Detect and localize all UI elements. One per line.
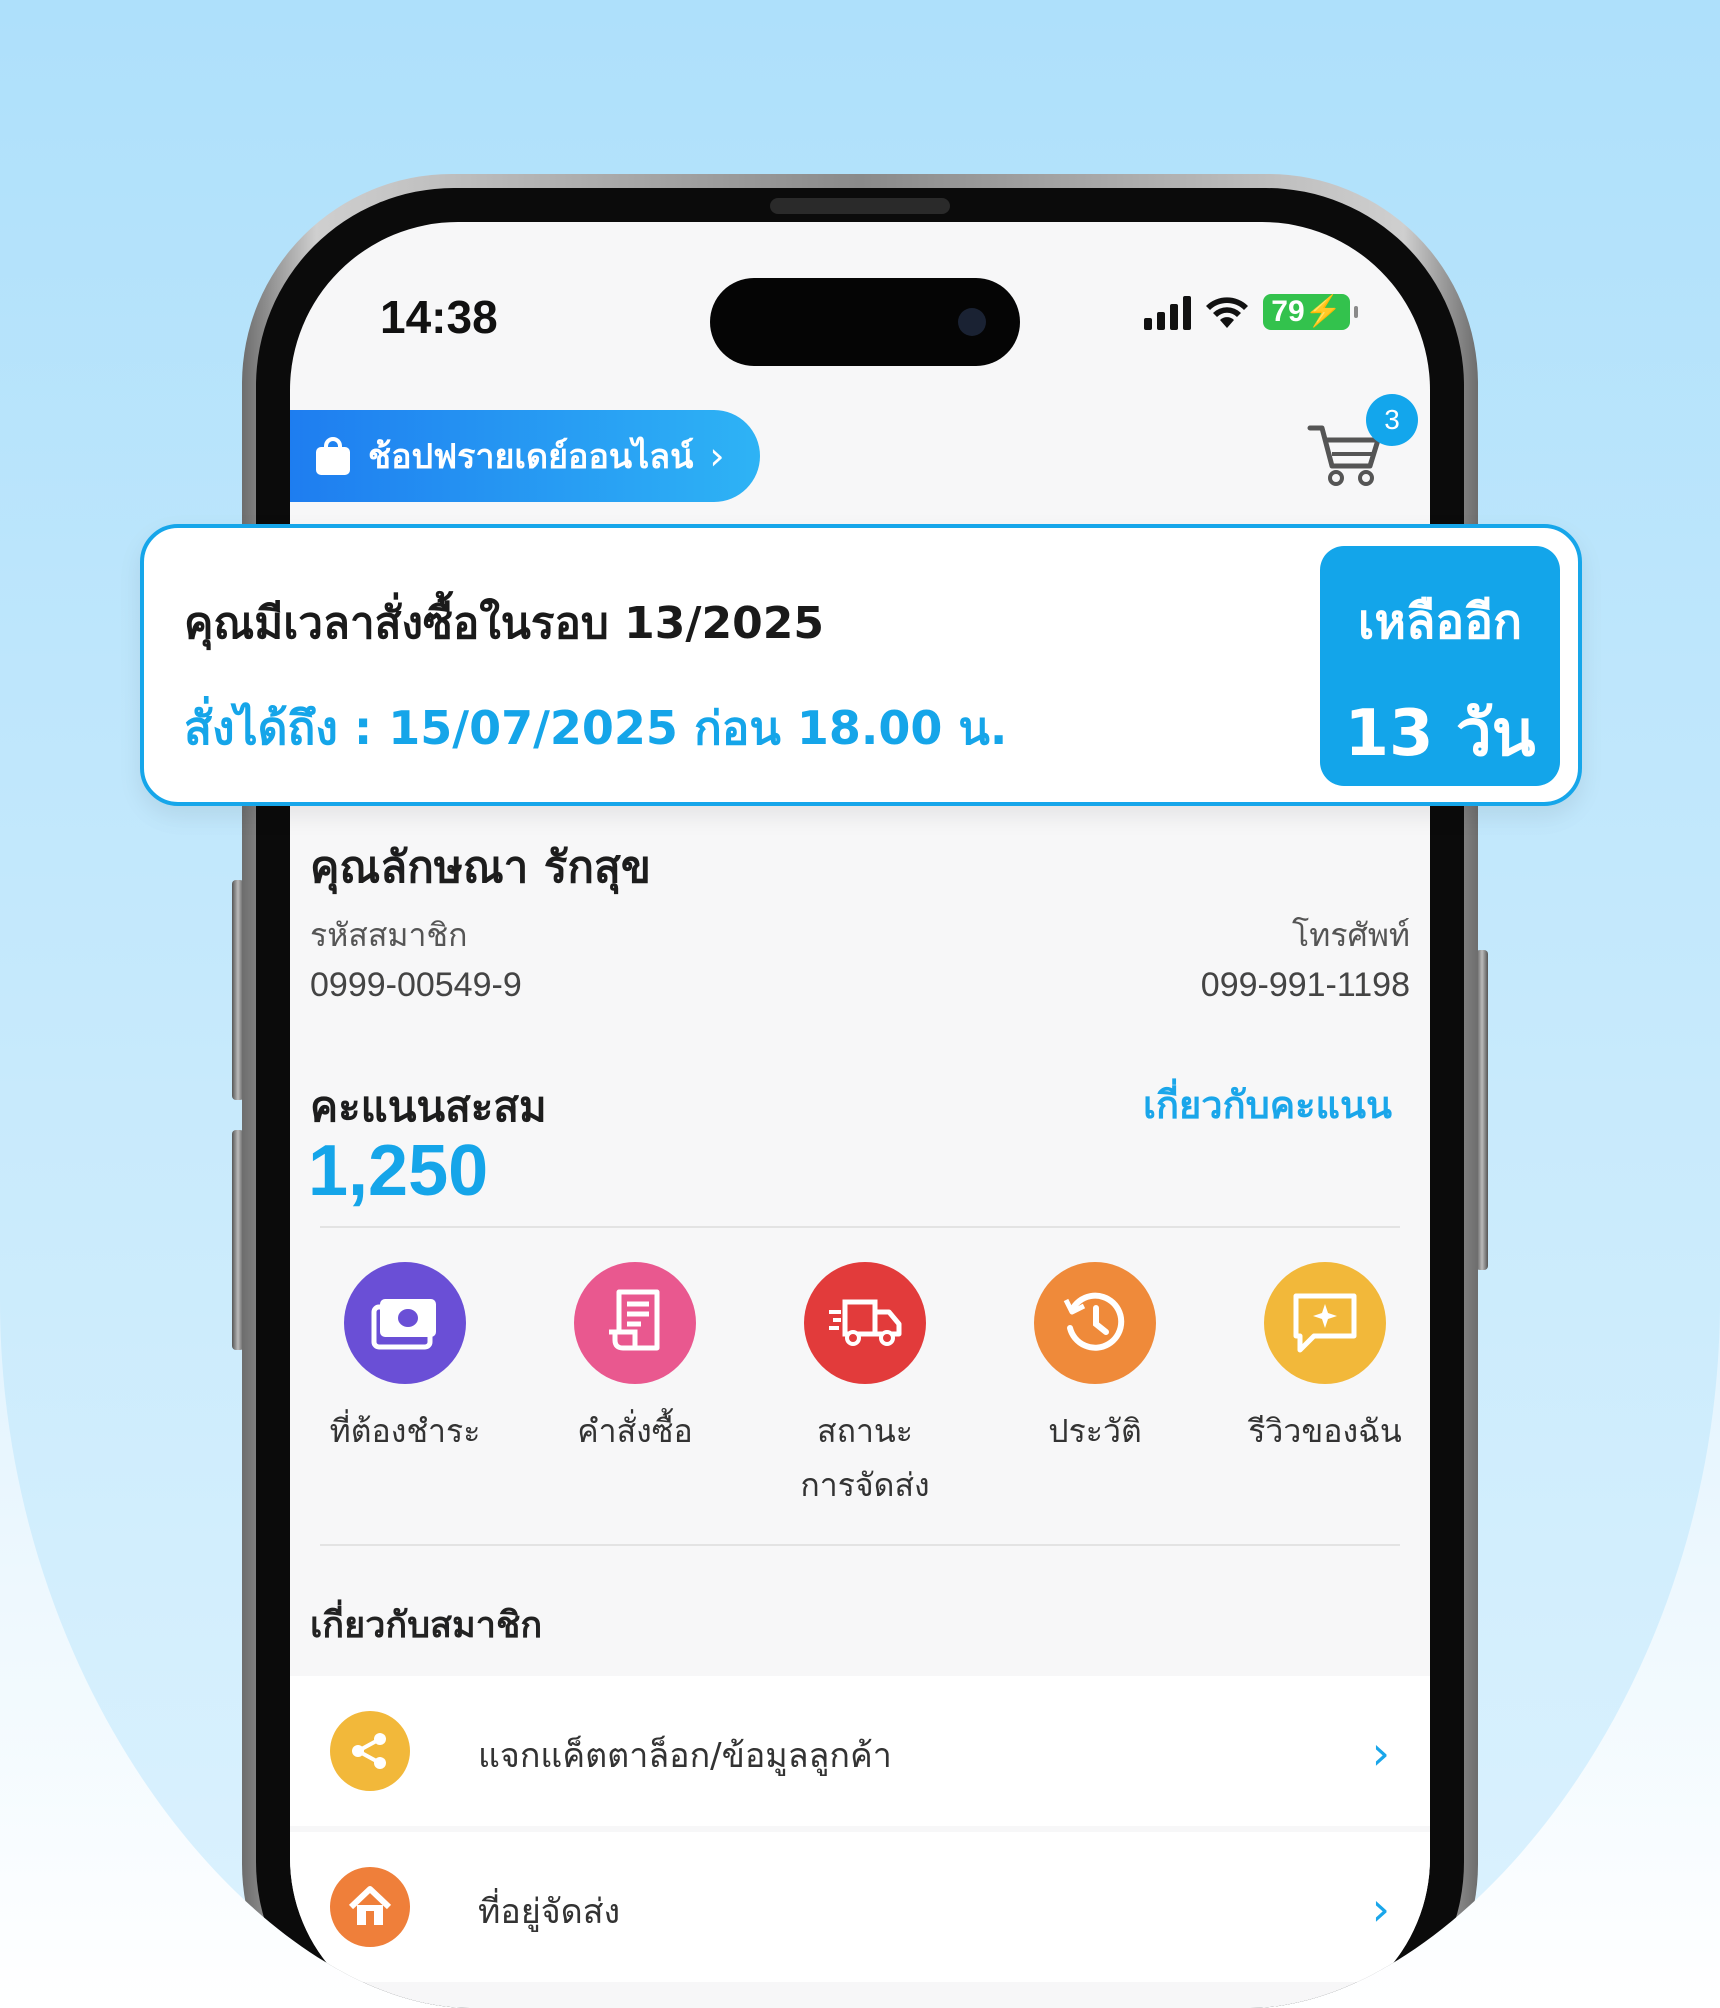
action-label: รีวิวของฉัน: [1248, 1412, 1402, 1450]
action-label: ที่ต้องชำระ: [329, 1412, 481, 1450]
action-orders[interactable]: คำสั่งซื้อ: [520, 1262, 750, 1458]
home-icon: [330, 1867, 410, 1947]
action-my-reviews[interactable]: รีวิวของฉัน: [1210, 1262, 1430, 1458]
member-id-label: รหัสสมาชิก: [310, 916, 468, 954]
phone-clip: 14:38 79⚡ ช้อปฟรายเดย์ออนไลน์ › 3 คุณลัก…: [0, 0, 1720, 2008]
phone-value: 099-991-1198: [1200, 966, 1410, 1004]
menu-item-share-catalog[interactable]: แจกแค็ตตาล็อก/ข้อมูลลูกค้า ›: [290, 1676, 1430, 1826]
action-to-pay[interactable]: ที่ต้องชำระ: [290, 1262, 520, 1458]
chevron-right-icon: ›: [1371, 1882, 1390, 1936]
menu-item-shipping-address[interactable]: ที่อยู่จัดส่ง ›: [290, 1832, 1430, 1982]
camera-icon: [958, 308, 986, 336]
wifi-icon: [1205, 294, 1249, 330]
days-remaining-label: เหลืออีก: [1357, 594, 1523, 650]
action-history[interactable]: ประวัติ: [980, 1262, 1210, 1458]
battery-tip: [1354, 306, 1358, 318]
phone-bezel: 14:38 79⚡ ช้อปฟรายเดย์ออนไลน์ › 3 คุณลัก…: [256, 188, 1464, 2008]
divider: [320, 1544, 1400, 1546]
action-label: คำสั่งซื้อ: [577, 1412, 693, 1450]
days-remaining-badge: เหลืออีก 13 วัน: [1320, 546, 1560, 786]
share-icon: [330, 1711, 410, 1791]
order-deadline: สั่งได้ถึง : 15/07/2025 ก่อน 18.00 น.: [184, 701, 1008, 755]
speaker-grille: [770, 198, 950, 214]
action-label: ประวัติ: [1048, 1412, 1142, 1450]
phone-label: โทรศัพท์: [1292, 916, 1410, 954]
points-value: 1,250: [308, 1131, 489, 1211]
menu-item-label: ที่อยู่จัดส่ง: [478, 1892, 621, 1932]
phone-screen: 14:38 79⚡ ช้อปฟรายเดย์ออนไลน์ › 3 คุณลัก…: [290, 222, 1430, 2008]
shop-button-label: ช้อปฟรายเดย์ออนไลน์: [368, 437, 694, 477]
phone-frame: 14:38 79⚡ ช้อปฟรายเดย์ออนไลน์ › 3 คุณลัก…: [242, 174, 1478, 2008]
battery-level: 79: [1271, 295, 1305, 328]
shop-friday-online-button[interactable]: ช้อปฟรายเดย์ออนไลน์ ›: [290, 410, 760, 502]
receipt-icon: [574, 1262, 696, 1384]
menu-item-label: แจกแค็ตตาล็อก/ข้อมูลลูกค้า: [478, 1736, 892, 1776]
quick-actions: ที่ต้องชำระ คำสั่งซื้อ สถานะ การจัดส่ง ป…: [290, 1262, 1430, 1492]
about-points-link[interactable]: เกี่ยวกับคะแนน: [1143, 1074, 1392, 1135]
dynamic-island: [710, 278, 1020, 366]
member-name: คุณลักษณา รักสุข: [310, 842, 651, 893]
member-id-value: 0999-00549-9: [310, 966, 522, 1004]
cart-count-badge: 3: [1366, 394, 1418, 446]
days-remaining-value: 13 วัน: [1344, 697, 1536, 771]
status-icons: 79⚡: [1144, 294, 1358, 330]
action-shipping-status[interactable]: สถานะ การจัดส่ง: [750, 1262, 980, 1512]
order-cycle-title: คุณมีเวลาสั่งซื้อในรอบ 13/2025: [184, 598, 824, 649]
action-label: สถานะ การจัดส่ง: [800, 1412, 930, 1504]
battery-icon: 79⚡: [1263, 294, 1350, 330]
status-time: 14:38: [380, 291, 498, 343]
member-section-title: เกี่ยวกับสมาชิก: [310, 1605, 543, 1646]
truck-icon: [804, 1262, 926, 1384]
divider: [320, 1226, 1400, 1228]
shopping-bag-icon: [314, 437, 352, 475]
review-icon: [1264, 1262, 1386, 1384]
history-icon: [1034, 1262, 1156, 1384]
money-icon: [344, 1262, 466, 1384]
chevron-right-icon: ›: [709, 434, 725, 478]
order-deadline-card: คุณมีเวลาสั่งซื้อในรอบ 13/2025 สั่งได้ถึ…: [140, 524, 1582, 806]
signal-icon: [1144, 294, 1191, 330]
chevron-right-icon: ›: [1371, 1726, 1390, 1780]
